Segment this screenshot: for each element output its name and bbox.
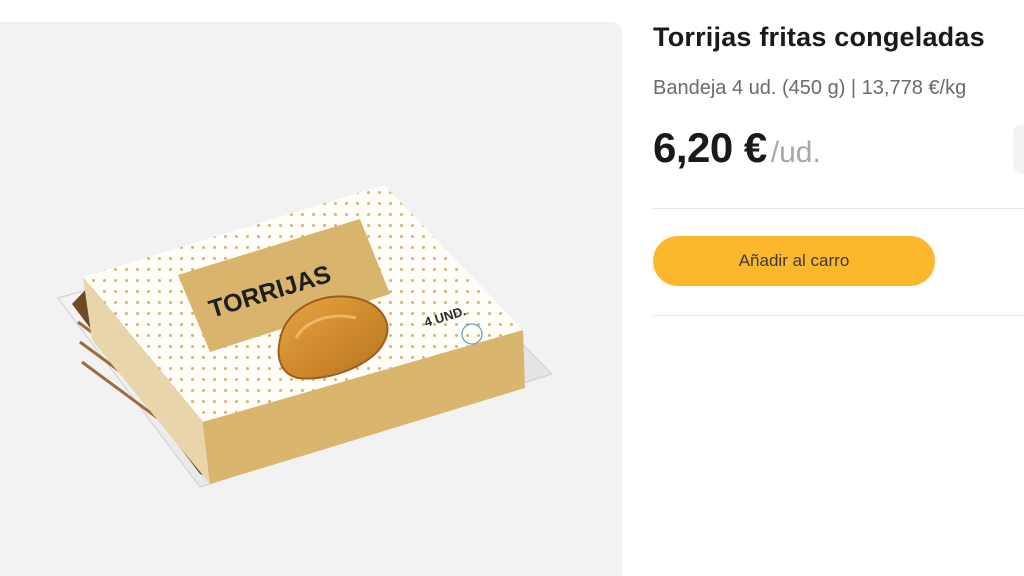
divider bbox=[653, 315, 1024, 316]
product-price: 6,20 € bbox=[653, 124, 767, 171]
package-info: Bandeja 4 ud. (450 g) | 13,778 €/kg bbox=[653, 77, 967, 99]
offscreen-control[interactable] bbox=[1013, 124, 1024, 174]
divider bbox=[653, 208, 1024, 209]
add-to-cart-button[interactable]: Añadir al carro bbox=[653, 236, 935, 286]
product-page: TORRIJAS 4 UND. Torrijas fritas congelad… bbox=[0, 0, 1024, 576]
product-image: TORRIJAS 4 UND. bbox=[57, 185, 553, 488]
product-image-panel: TORRIJAS 4 UND. bbox=[0, 22, 622, 576]
price-row: 6,20 €/ud. bbox=[653, 124, 821, 172]
product-title: Torrijas fritas congeladas bbox=[653, 22, 985, 52]
price-unit: /ud. bbox=[770, 136, 821, 169]
